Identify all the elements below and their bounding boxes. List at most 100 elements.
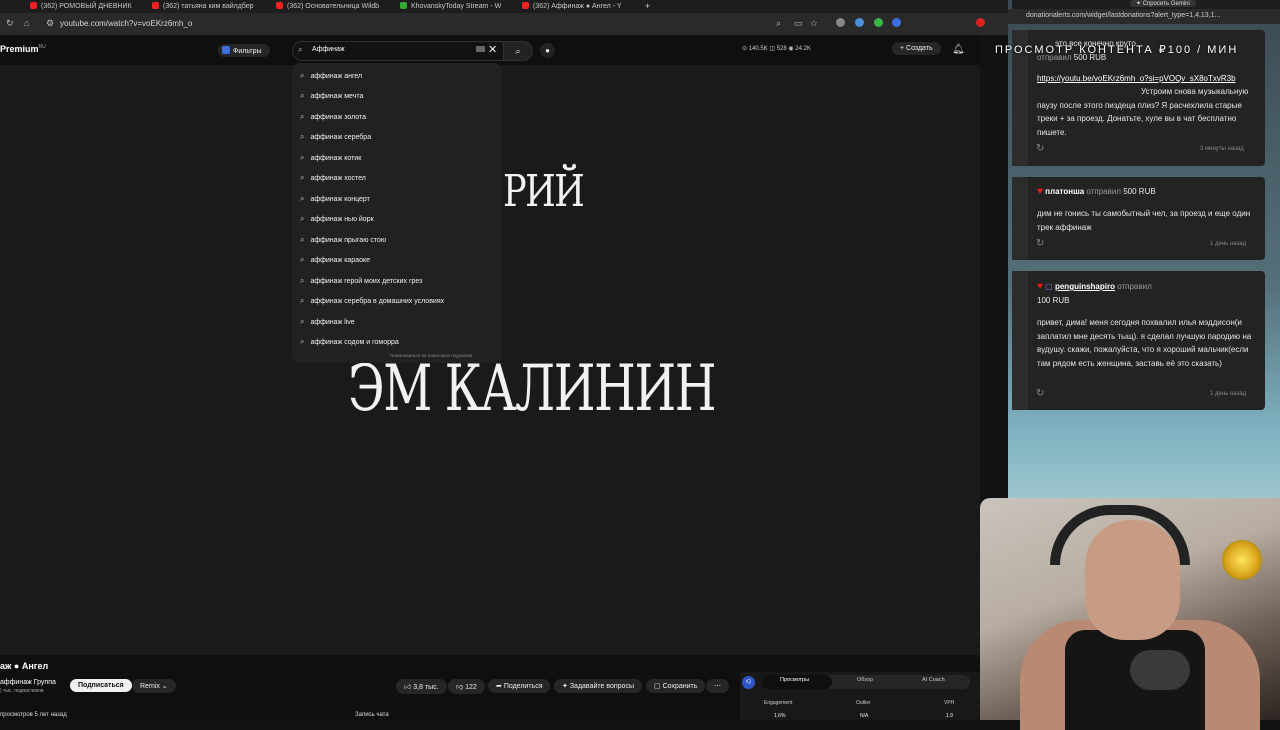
clear-search-icon[interactable]: ✕	[488, 43, 497, 56]
metric-value: 1.9	[946, 713, 953, 719]
tab-overview[interactable]: Обзор	[857, 677, 873, 683]
browser-tab[interactable]: KhovanskyToday Stream - W	[400, 0, 510, 13]
filters-button[interactable]: Фильтры	[218, 44, 270, 57]
suggestion-item[interactable]: ⌕ аффинаж содом и гоморра	[300, 337, 399, 347]
channel-stats: ⊙ 140.5K ◫ 528 ◉ 24.2K	[742, 46, 811, 52]
youtube-favicon-icon	[276, 2, 283, 9]
extension-icon[interactable]	[836, 18, 845, 27]
suggestion-item[interactable]: ⌕ аффинаж серебра в домашних условиях	[300, 296, 444, 306]
search-icon[interactable]: ⌕	[776, 18, 781, 29]
url-field[interactable]: youtube.com/watch?v=voEKrz6mh_o	[60, 19, 192, 28]
extension-icon[interactable]	[855, 18, 864, 27]
search-button[interactable]: ⌕	[503, 41, 533, 61]
dislike-button[interactable]: 👎︎ 122	[448, 679, 485, 694]
replay-icon[interactable]: ↻	[1036, 388, 1044, 399]
share-button[interactable]: ➦ Поделиться	[488, 679, 551, 693]
chevron-down-icon: ⌄	[161, 683, 168, 690]
youtube-favicon-icon	[152, 2, 159, 9]
ask-button[interactable]: ✦ Задавайте вопросы	[554, 679, 642, 693]
donation-message: привет, дима! меня сегодня похвалил илья…	[1037, 318, 1252, 368]
search-icon: ⌕	[300, 214, 305, 223]
search-icon: ⌕	[300, 255, 305, 264]
site-info-icon[interactable]: ⚙	[46, 18, 54, 29]
notifications-bell-icon[interactable]: 🔔︎	[952, 44, 965, 55]
twitch-icon: ▢	[1045, 282, 1053, 291]
share-icon: ➦	[496, 683, 502, 690]
replay-icon[interactable]: ↻	[1036, 143, 1044, 154]
tab-ai-coach[interactable]: AI Coach	[922, 677, 945, 683]
keyboard-icon[interactable]	[476, 46, 485, 52]
browser-tab[interactable]: (362) Основательница Wildb	[276, 0, 386, 13]
more-actions-button[interactable]: ⋯	[706, 679, 729, 693]
microphone-icon[interactable]: ●	[540, 43, 555, 58]
save-button[interactable]: ▢ Сохранить	[646, 679, 706, 693]
vidiq-icon[interactable]: iQ	[742, 676, 755, 689]
suggestion-item[interactable]: ⌕ аффинаж котик	[300, 153, 361, 163]
create-button[interactable]: + Создать	[892, 42, 941, 55]
extension-icon[interactable]	[874, 18, 883, 27]
reload-icon[interactable]: ↻	[6, 18, 14, 29]
home-icon[interactable]: ⌂	[24, 18, 29, 28]
youtube-logo[interactable]: PremiumRU	[0, 44, 46, 54]
browser-tab-active[interactable]: (362) Аффинаж ● Ангел - Y	[522, 0, 632, 13]
microphone-image	[1130, 650, 1190, 690]
search-icon: ⌕	[300, 337, 305, 346]
ask-gemini-button[interactable]: ✦ Спросить Gemini	[1130, 0, 1196, 7]
tab-views[interactable]: Просмотры	[780, 677, 809, 683]
search-icon: ⌕	[300, 296, 305, 305]
suggestion-item[interactable]: ⌕ аффинаж концерт	[300, 194, 370, 204]
suggestion-item[interactable]: ⌕ аффинаж ангел	[300, 71, 362, 81]
suggestion-item[interactable]: ⌕ аффинаж прыгаю стою	[300, 235, 386, 245]
search-icon: ⌕	[300, 317, 305, 326]
suggestion-item[interactable]: ⌕ аффинаж герой моих детских грез	[300, 276, 422, 286]
metric-value: 1.6%	[774, 713, 786, 719]
suggestion-item[interactable]: ⌕ аффинаж мечта	[300, 91, 363, 101]
metric-label: Engagement	[764, 700, 793, 706]
search-icon: ⌕	[300, 235, 305, 244]
suggestion-item[interactable]: ⌕ аффинаж нью йорк	[300, 214, 374, 224]
subscribe-button[interactable]: Подписаться	[70, 679, 132, 692]
replay-icon[interactable]: ↻	[1036, 238, 1044, 249]
like-button[interactable]: 👍︎ 3,8 тыс.	[396, 679, 447, 694]
donation-message: Устроим снова музыкальную паузу после эт…	[1037, 87, 1249, 137]
browser-tab[interactable]: (362) татьяна ким вайлдбер	[152, 0, 260, 13]
save-icon: ▢	[654, 683, 661, 690]
donation-header: ♥ платонша отправил 500 RUB	[1037, 186, 1156, 197]
donation-widget-url: donationalerts.com/widget/lastdonations?…	[1026, 12, 1221, 19]
search-icon: ⌕	[300, 276, 305, 285]
suggestion-item[interactable]: ⌕ аффинаж live	[300, 317, 355, 327]
report-suggestions-link[interactable]: Пожаловаться на поисковые подсказки	[390, 353, 472, 358]
channel-name[interactable]: аффинаж Группа	[0, 679, 56, 686]
browser-tab[interactable]: (362) РОМОВЫЙ ДНЕВНИК	[30, 0, 140, 13]
bookmark-star-icon[interactable]: ☆	[810, 18, 818, 29]
search-icon: ⌕	[300, 173, 305, 182]
suggestion-item[interactable]: ⌕ аффинаж хостел	[300, 173, 366, 183]
search-query[interactable]: Аффинаж	[312, 46, 345, 53]
remix-button[interactable]: Remix ⌄	[132, 679, 176, 693]
card-stripe	[1012, 271, 1028, 410]
donation-header: ♥ ▢ penguinshapiro отправил	[1037, 281, 1152, 292]
donation-link[interactable]: https://youtu.be/voEKrz6mh_o?si=pVOQv_sX…	[1037, 72, 1257, 86]
donation-time: 1 день назад	[1210, 241, 1247, 247]
new-tab-button[interactable]: +	[645, 0, 650, 13]
stream-overlay-title: ПРОСМОТР КОНТЕНТА ₽100 / МИН	[995, 44, 1239, 56]
search-icon: ⌕	[300, 112, 305, 121]
donation-message: дим не гонись ты самобытный чел, за прое…	[1037, 209, 1251, 232]
donation-time: 3 минуты назад	[1200, 146, 1244, 152]
chat-record-label: Запись чата	[355, 712, 389, 718]
suggestion-item[interactable]: ⌕ аффинаж серебра	[300, 132, 371, 142]
suggestion-item[interactable]: ⌕ аффинаж золота	[300, 112, 366, 122]
thumbs-down-icon: 👎︎	[456, 684, 464, 691]
suggestion-item[interactable]: ⌕ аффинаж караоке	[300, 255, 370, 265]
heart-icon: ♥	[1037, 281, 1043, 292]
profile-avatar-icon[interactable]	[976, 18, 985, 27]
search-icon: ⌕	[300, 194, 305, 203]
extension-icon[interactable]	[892, 18, 901, 27]
cast-icon[interactable]: ▭	[794, 18, 803, 29]
donation-amount: 100 RUB	[1037, 296, 1070, 305]
video-text-top: РИЙ	[503, 166, 585, 217]
youtube-favicon-icon	[522, 2, 529, 9]
metric-label: Outlier	[856, 700, 871, 706]
metric-label: VPH	[944, 700, 955, 706]
metric-value: N/A	[860, 713, 869, 719]
